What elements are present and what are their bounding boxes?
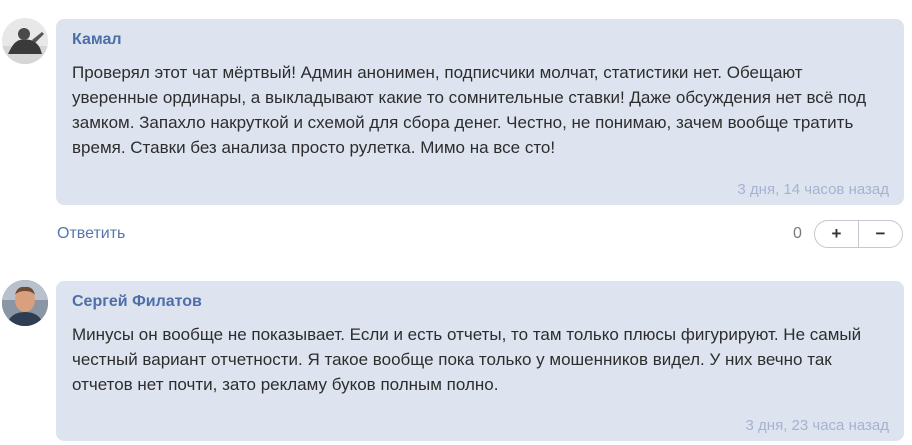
comment-actions: Ответить 0 + − [0,218,912,252]
comment-bubble: Сергей Филатов Минусы он вообще не показ… [56,281,904,441]
downvote-button[interactable]: − [858,221,902,247]
upvote-button[interactable]: + [815,221,858,247]
comment-timestamp: 3 дня, 23 часа назад [745,417,889,434]
comment-timestamp: 3 дня, 14 часов назад [737,181,889,198]
avatar[interactable] [2,280,48,326]
comment-author[interactable]: Сергей Филатов [72,293,202,311]
comment-text: Проверял этот чат мёртвый! Админ анониме… [72,63,867,157]
avatar-image [2,280,48,326]
vote-buttons: + − [814,220,903,248]
comment-bubble: Камал Проверял этот чат мёртвый! Админ а… [56,19,904,205]
comment-text: Минусы он вообще не показывает. Если и е… [72,325,862,394]
reply-button[interactable]: Ответить [57,225,125,243]
comment-author[interactable]: Камал [72,31,122,49]
vote-score: 0 [793,225,802,242]
avatar-image [2,18,48,64]
avatar[interactable] [2,18,48,64]
